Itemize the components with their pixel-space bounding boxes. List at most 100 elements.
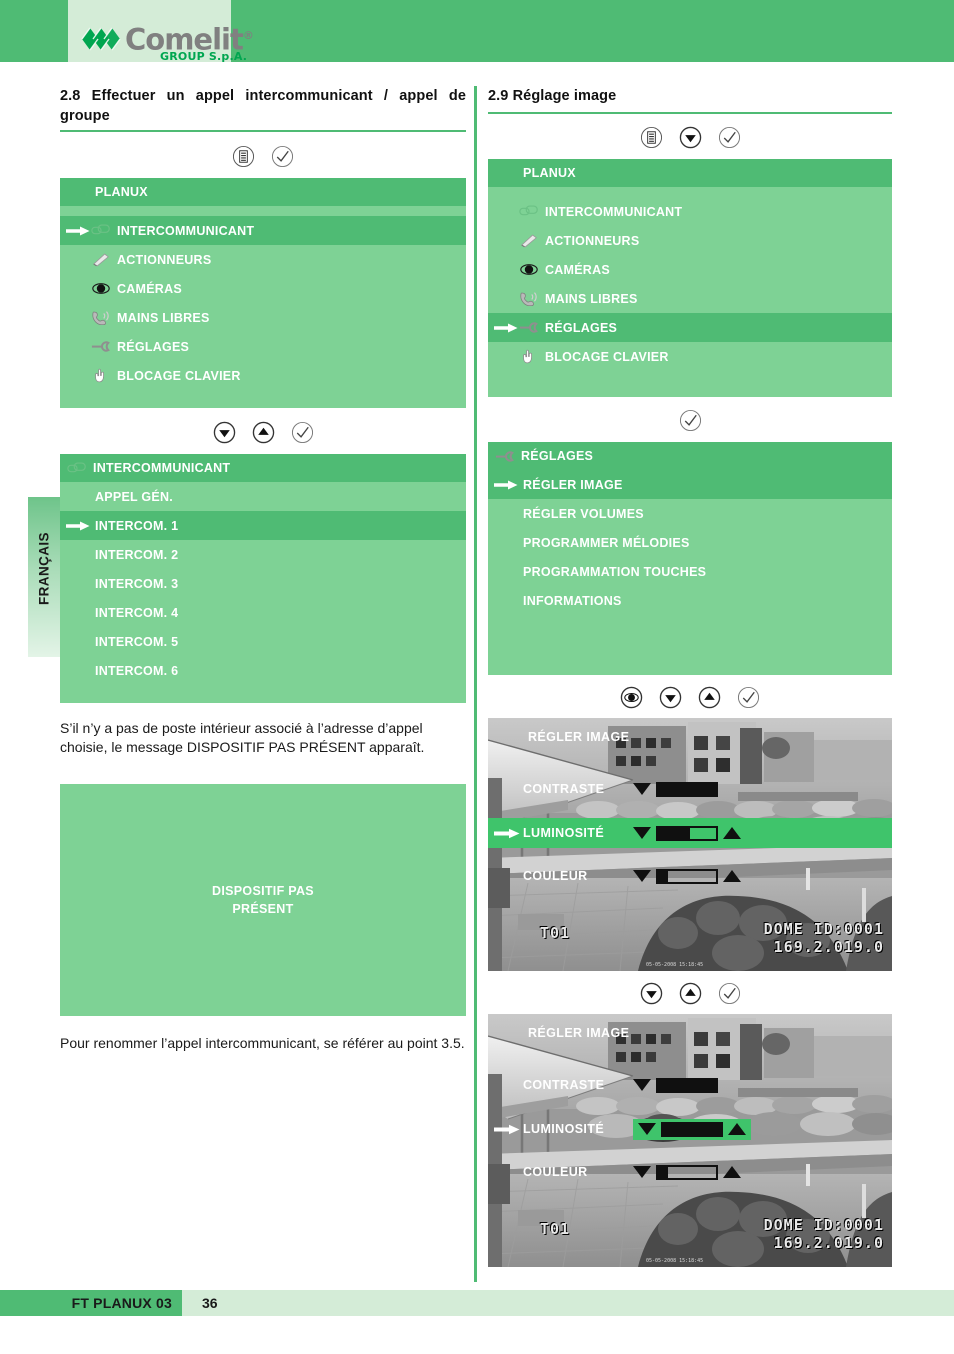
camera-address: 169.2.019.0	[773, 1234, 884, 1252]
osd-row-contraste[interactable]: CONTRASTE	[488, 1070, 892, 1100]
menu-screen-title: PLANUX	[488, 159, 892, 187]
osd-row-contraste[interactable]: CONTRASTE	[488, 774, 892, 804]
paragraph-dispositif: S’il n’y a pas de poste intérieur associ…	[60, 720, 425, 755]
menu-item-actionneurs[interactable]: ACTIONNEURS	[60, 245, 466, 274]
level-bar	[656, 1077, 718, 1093]
selection-arrow-icon	[494, 323, 518, 332]
menu-item-programmation-touches[interactable]: PROGRAMMATION TOUCHES	[488, 557, 892, 586]
decrease-icon[interactable]	[633, 827, 651, 839]
increase-icon[interactable]	[723, 870, 741, 882]
menu-screen-planux-left: PLANUX INTERCOMMUNICANT ACTIONNEURS CAMÉ…	[60, 178, 466, 408]
menu-item-intercom-2[interactable]: INTERCOM. 2	[60, 540, 466, 569]
slider-couleur[interactable]	[633, 1164, 741, 1180]
selection-arrow-icon	[494, 480, 518, 489]
menu-item-cameras[interactable]: CAMÉRAS	[60, 274, 466, 303]
menu-item-regler-volumes[interactable]: RÉGLER VOLUMES	[488, 499, 892, 528]
menu-item-informations[interactable]: INFORMATIONS	[488, 586, 892, 615]
menu-item-mains-libres[interactable]: MAINS LIBRES	[60, 303, 466, 332]
menu-bottom-pad	[488, 371, 892, 397]
button-row-right-2	[488, 409, 892, 432]
button-row-left-2	[60, 421, 466, 444]
down-icon[interactable]	[659, 686, 682, 709]
check-icon[interactable]	[718, 982, 741, 1005]
menu-item-programmer-melodies[interactable]: PROGRAMMER MÉLODIES	[488, 528, 892, 557]
menu-item-label: PROGRAMMER MÉLODIES	[523, 535, 690, 550]
page-root: Comelit® GROUP S.p.A. FRANÇAIS 2.8 Effec…	[0, 0, 954, 1354]
camera-icon[interactable]	[620, 686, 643, 709]
menu-item-label: ACTIONNEURS	[545, 233, 640, 248]
up-icon[interactable]	[679, 982, 702, 1005]
slider-luminosite[interactable]	[633, 825, 741, 841]
osd-row-luminosite[interactable]: LUMINOSITÉ	[488, 818, 892, 848]
brand-subtitle: GROUP S.p.A.	[160, 50, 248, 63]
osd-row-couleur[interactable]: COULEUR	[488, 1157, 892, 1187]
message-line-2: PRÉSENT	[232, 902, 294, 916]
up-icon[interactable]	[698, 686, 721, 709]
intercom-icon	[518, 203, 540, 221]
slider-contraste[interactable]	[633, 1077, 718, 1093]
menu-screen-title: INTERCOMMUNICANT	[60, 454, 466, 482]
handsfree-icon	[518, 290, 540, 308]
check-icon[interactable]	[271, 145, 294, 168]
menu-item-reglages[interactable]: RÉGLAGES	[488, 313, 892, 342]
selection-arrow-icon	[494, 1124, 520, 1134]
menu-item-intercom-6[interactable]: INTERCOM. 6	[60, 656, 466, 685]
menu-item-regler-image[interactable]: RÉGLER IMAGE	[488, 470, 892, 499]
page-footer: FT PLANUX 03 36	[0, 1290, 954, 1316]
wrench-icon	[90, 338, 112, 356]
check-icon[interactable]	[679, 409, 702, 432]
menu-item-intercommunicant[interactable]: INTERCOMMUNICANT	[488, 197, 892, 226]
decrease-icon[interactable]	[633, 783, 651, 795]
menu-item-intercom-3[interactable]: INTERCOM. 3	[60, 569, 466, 598]
menu-item-intercommunicant[interactable]: INTERCOMMUNICANT	[60, 216, 466, 245]
decrease-icon[interactable]	[638, 1123, 656, 1135]
increase-icon[interactable]	[723, 1166, 741, 1178]
slider-luminosite[interactable]	[633, 1118, 751, 1140]
menu-bottom-pad	[488, 615, 892, 675]
down-icon[interactable]	[213, 421, 236, 444]
menu-bottom-pad	[60, 685, 466, 703]
check-icon[interactable]	[291, 421, 314, 444]
menu-item-actionneurs[interactable]: ACTIONNEURS	[488, 226, 892, 255]
menu-item-label: CAMÉRAS	[117, 281, 182, 296]
decrease-icon[interactable]	[633, 1079, 651, 1091]
slider-couleur[interactable]	[633, 868, 741, 884]
check-icon[interactable]	[718, 126, 741, 149]
message-screen: DISPOSITIF PAS PRÉSENT	[60, 784, 466, 1016]
intercom-icon	[66, 459, 88, 477]
menu-item-label: MAINS LIBRES	[117, 310, 210, 325]
menu-item-intercom-4[interactable]: INTERCOM. 4	[60, 598, 466, 627]
menu-item-label: ACTIONNEURS	[117, 252, 212, 267]
slider-contraste[interactable]	[633, 781, 718, 797]
down-icon[interactable]	[679, 126, 702, 149]
menu-item-cameras[interactable]: CAMÉRAS	[488, 255, 892, 284]
wrench-icon	[518, 319, 540, 337]
menu-item-appel-gen[interactable]: APPEL GÉN.	[60, 482, 466, 511]
level-bar	[656, 825, 718, 841]
menu-item-blocage-clavier[interactable]: BLOCAGE CLAVIER	[488, 342, 892, 371]
osd-row-couleur[interactable]: COULEUR	[488, 861, 892, 891]
check-icon[interactable]	[737, 686, 760, 709]
up-icon[interactable]	[252, 421, 275, 444]
actuator-icon	[518, 232, 540, 250]
menu-item-label: INFORMATIONS	[523, 593, 622, 608]
increase-icon[interactable]	[723, 827, 741, 839]
down-icon[interactable]	[640, 982, 663, 1005]
menu-item-intercom-1[interactable]: INTERCOM. 1	[60, 511, 466, 540]
menu-screen-planux-right: PLANUX INTERCOMMUNICANT ACTIONNEURS CAMÉ…	[488, 159, 892, 397]
menu-item-reglages[interactable]: RÉGLAGES	[60, 332, 466, 361]
selection-arrow-icon	[494, 828, 520, 838]
menu-item-intercom-5[interactable]: INTERCOM. 5	[60, 627, 466, 656]
menu-icon[interactable]	[232, 145, 255, 168]
menu-icon[interactable]	[640, 126, 663, 149]
decrease-icon[interactable]	[633, 1166, 651, 1178]
menu-item-blocage-clavier[interactable]: BLOCAGE CLAVIER	[60, 361, 466, 390]
column-divider	[474, 86, 477, 1282]
osd-row-luminosite[interactable]: LUMINOSITÉ	[488, 1114, 892, 1144]
menu-bottom-pad	[60, 390, 466, 408]
decrease-icon[interactable]	[633, 870, 651, 882]
menu-item-label: RÉGLAGES	[545, 320, 618, 335]
increase-icon[interactable]	[728, 1123, 746, 1135]
menu-item-mains-libres[interactable]: MAINS LIBRES	[488, 284, 892, 313]
section-title-2-9: 2.9 Réglage image	[488, 88, 617, 104]
